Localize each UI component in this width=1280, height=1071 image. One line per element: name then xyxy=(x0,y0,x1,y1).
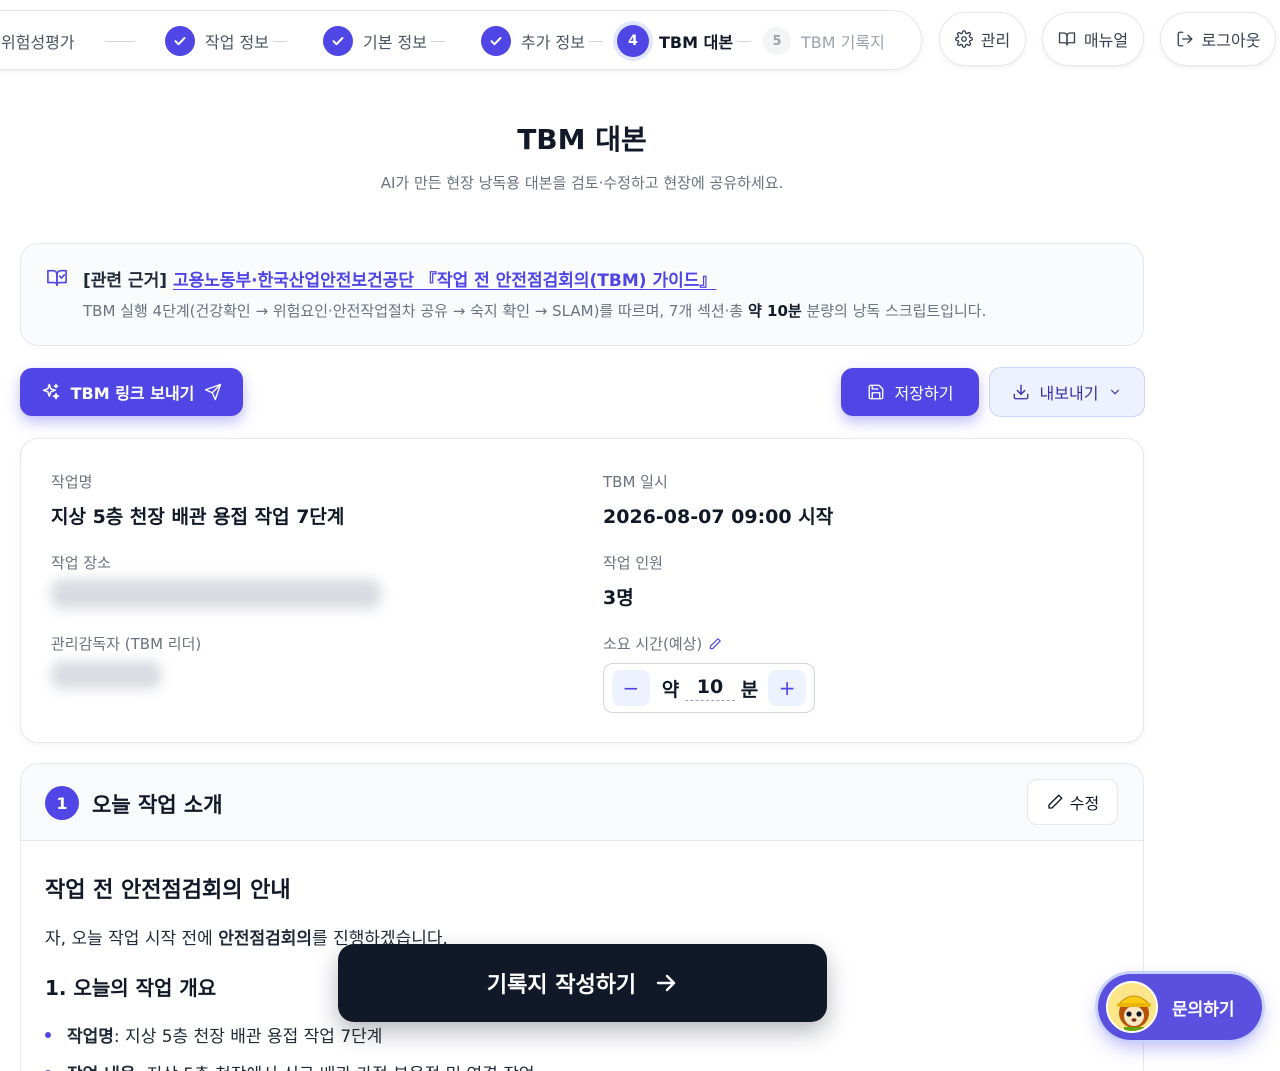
duration-unit: 분 xyxy=(740,678,759,701)
manual-button[interactable]: 매뉴얼 xyxy=(1042,12,1144,66)
page-subtitle: AI가 만든 현장 낭독용 대본을 검토·수정하고 현장에 공유하세요. xyxy=(380,174,784,192)
tbm-info-card: 작업명 지상 5층 천장 배관 용접 작업 7단계 TBM 일시 2026-08… xyxy=(20,438,1144,743)
script-subheading: 1. 오늘의 작업 개요 xyxy=(45,976,217,1000)
list-item-key: 작업명 xyxy=(67,1027,114,1047)
step-additional-info[interactable]: 추가 정보 xyxy=(481,11,603,71)
progress-stepper: 위험성평가 작업 정보 기본 정보 추가 정보 4 TBM 대본 5 TBM 기… xyxy=(0,10,922,70)
step-divider xyxy=(272,40,287,42)
guide-link[interactable]: 고용노동부·한국산업안전보건공단 『작업 전 안전점검회의(TBM) 가이드』 xyxy=(173,271,716,291)
notice-desc-after: 분량의 낭독 스크립트입니다. xyxy=(801,302,987,320)
step-label: TBM 기록지 xyxy=(801,33,885,52)
duration-prefix: 약 xyxy=(661,678,680,701)
book-check-icon xyxy=(47,269,67,287)
logout-icon xyxy=(1177,31,1192,47)
step-divider xyxy=(588,40,603,42)
notice-desc-bold: 약 10분 xyxy=(747,302,802,320)
send-link-label: TBM 링크 보내기 xyxy=(70,384,195,403)
logout-button[interactable]: 로그아웃 xyxy=(1160,12,1276,66)
mascot-avatar xyxy=(1106,981,1158,1033)
supervisor-label: 관리감독자 (TBM 리더) xyxy=(51,635,202,653)
workers-label: 작업 인원 xyxy=(603,554,663,572)
reference-notice: [관련 근거] 고용노동부·한국산업안전보건공단 『작업 전 안전점검회의(TB… xyxy=(20,243,1144,346)
notice-prefix: [관련 근거] xyxy=(83,271,168,291)
supervisor-value-redacted xyxy=(51,661,161,689)
list-item: 작업 내용: 지상 5층 천장에서 신규 배관 가접·본용접 및 연결 작업 xyxy=(45,1060,535,1071)
sparkles-icon xyxy=(42,383,59,400)
list-item-value: : 지상 5층 천장 배관 용접 작업 7단계 xyxy=(113,1027,383,1047)
work-name-label: 작업명 xyxy=(51,473,93,491)
duration-stepper: − 약 10 분 + xyxy=(603,663,815,713)
step-number-badge: 4 xyxy=(617,25,649,57)
arrow-right-icon xyxy=(656,974,676,992)
pencil-icon xyxy=(1048,794,1063,809)
step-risk-assessment[interactable]: 위험성평가 xyxy=(1,11,135,71)
decrease-duration-button[interactable]: − xyxy=(612,670,650,706)
step-divider xyxy=(737,40,752,42)
export-dropdown-button[interactable]: 내보내기 xyxy=(989,367,1145,417)
inquiry-button[interactable]: 문의하기 xyxy=(1098,974,1262,1040)
step-number-badge: 5 xyxy=(763,27,791,55)
list-item: 작업명: 지상 5층 천장 배관 용접 작업 7단계 xyxy=(45,1022,382,1047)
step-label: 작업 정보 xyxy=(205,33,269,52)
bullet xyxy=(45,1031,51,1038)
increase-duration-button[interactable]: + xyxy=(768,670,806,706)
book-open-icon xyxy=(1058,32,1076,46)
tbm-datetime-label: TBM 일시 xyxy=(603,473,668,491)
check-icon xyxy=(481,26,511,56)
para-before: 자, 오늘 작업 시작 전에 xyxy=(45,929,219,949)
check-icon xyxy=(323,26,353,56)
write-record-button[interactable]: 기록지 작성하기 xyxy=(338,944,827,1022)
list-item-value: : 지상 5층 천장에서 신규 배관 가접·본용접 및 연결 작업 xyxy=(135,1060,534,1071)
page-title: TBM 대본 xyxy=(517,123,647,156)
step-label: 추가 정보 xyxy=(521,33,585,52)
location-value-redacted xyxy=(51,579,381,609)
duration-input[interactable]: 10 xyxy=(685,676,735,701)
manage-button[interactable]: 관리 xyxy=(939,12,1026,66)
step-label: 기본 정보 xyxy=(363,33,427,52)
step-label: TBM 대본 xyxy=(659,33,734,52)
step-tbm-record[interactable]: 5 TBM 기록지 xyxy=(763,11,885,71)
download-icon xyxy=(1013,384,1028,400)
edit-label: 수정 xyxy=(1069,794,1100,813)
step-divider xyxy=(430,40,445,42)
save-icon xyxy=(868,384,883,400)
send-icon xyxy=(205,383,222,401)
step-label: 위험성평가 xyxy=(1,33,75,52)
logout-label: 로그아웃 xyxy=(1201,31,1261,50)
duration-label-wrap: 소요 시간(예상) xyxy=(603,633,722,654)
work-name-value: 지상 5층 천장 배관 용접 작업 7단계 xyxy=(51,506,345,528)
step-divider xyxy=(104,40,135,42)
list-item-key: 작업 내용 xyxy=(67,1060,135,1071)
save-button[interactable]: 저장하기 xyxy=(841,368,979,416)
manage-label: 관리 xyxy=(980,31,1011,50)
step-tbm-script[interactable]: 4 TBM 대본 xyxy=(617,11,752,71)
script-section-card: 1 오늘 작업 소개 수정 작업 전 안전점검회의 안내 자, 오늘 작업 시작… xyxy=(20,763,1144,1071)
para-bold: 안전점검회의 xyxy=(218,929,313,949)
manual-label: 매뉴얼 xyxy=(1083,31,1129,50)
workers-value: 3명 xyxy=(603,587,634,609)
section-header: 1 오늘 작업 소개 수정 xyxy=(21,764,1143,841)
notice-description: TBM 실행 4단계(건강확인 → 위험요인·안전작업절차 공유 → 숙지 확인… xyxy=(83,300,986,321)
export-label: 내보내기 xyxy=(1039,384,1099,403)
pencil-icon[interactable] xyxy=(708,637,722,651)
gear-icon xyxy=(954,30,973,48)
send-tbm-link-button[interactable]: TBM 링크 보내기 xyxy=(20,368,243,416)
save-label: 저장하기 xyxy=(894,384,954,403)
step-basic-info[interactable]: 기본 정보 xyxy=(323,11,445,71)
script-heading: 작업 전 안전점검회의 안내 xyxy=(45,878,291,903)
notice-title: [관련 근거] 고용노동부·한국산업안전보건공단 『작업 전 안전점검회의(TB… xyxy=(83,266,716,291)
duration-label: 소요 시간(예상) xyxy=(603,635,703,653)
tbm-datetime-value: 2026-08-07 09:00 시작 xyxy=(603,506,834,528)
cta-label: 기록지 작성하기 xyxy=(486,973,637,998)
notice-desc-before: TBM 실행 4단계(건강확인 → 위험요인·안전작업절차 공유 → 숙지 확인… xyxy=(83,302,748,320)
chevron-down-icon xyxy=(1111,389,1120,395)
check-icon xyxy=(165,26,195,56)
step-work-info[interactable]: 작업 정보 xyxy=(165,11,287,71)
section-number-badge: 1 xyxy=(45,786,79,820)
section-title: 오늘 작업 소개 xyxy=(92,793,223,817)
edit-section-button[interactable]: 수정 xyxy=(1027,779,1118,825)
location-label: 작업 장소 xyxy=(51,554,111,572)
inquiry-label: 문의하기 xyxy=(1172,999,1235,1020)
